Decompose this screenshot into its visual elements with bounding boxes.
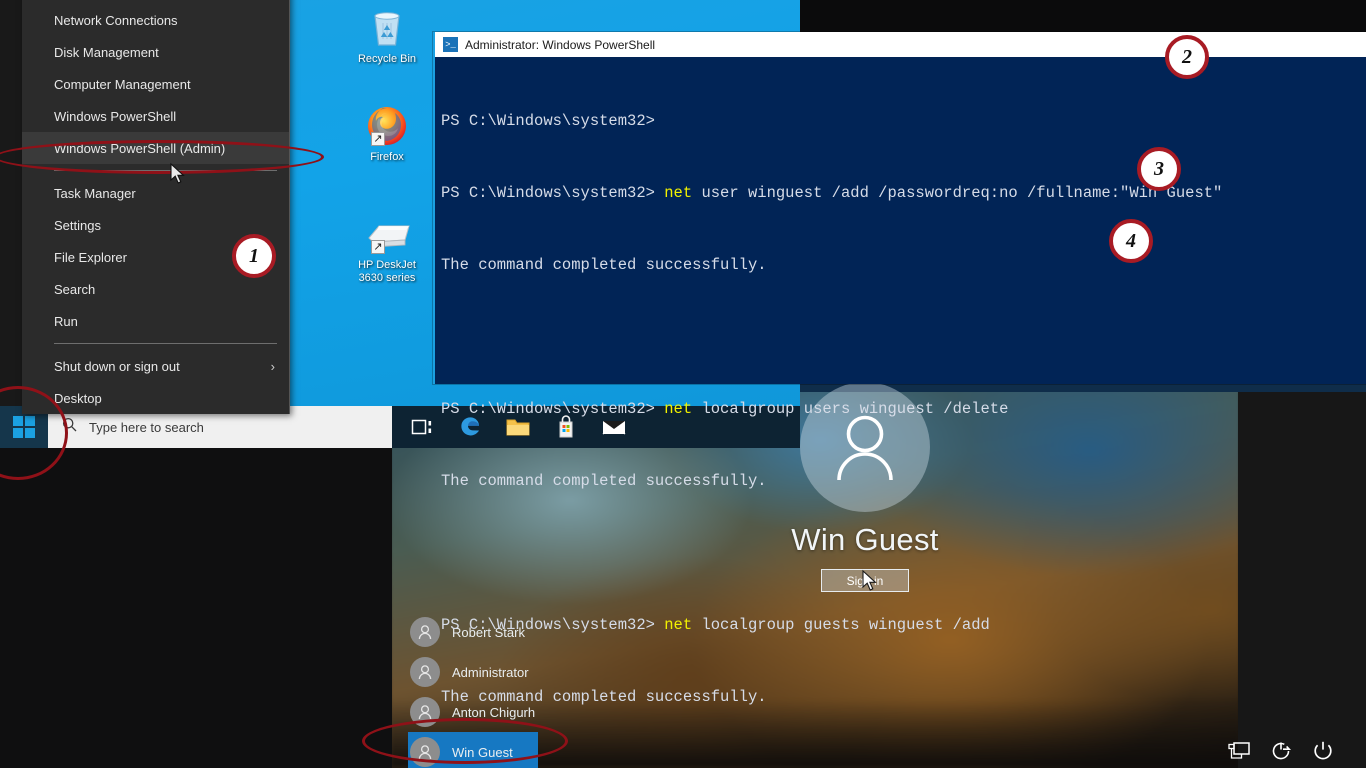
powershell-title-bar[interactable]: >_ Administrator: Windows PowerShell: [435, 32, 1366, 57]
menu-item-label: Search: [54, 281, 96, 297]
desktop-icon-label: Recycle Bin: [357, 53, 417, 65]
annotation-callout-1: 1: [232, 234, 276, 278]
console-line-output: The command completed successfully.: [441, 256, 767, 274]
console-line-net-user-add: PS C:\Windows\system32> net user wingues…: [441, 184, 1223, 202]
desktop-icon-hp-printer[interactable]: ↗ HP DeskJet 3630 series: [349, 212, 425, 285]
powershell-window-title: Administrator: Windows PowerShell: [465, 37, 656, 52]
mouse-cursor-menu: [170, 162, 186, 190]
console-line-output: The command completed successfully.: [441, 688, 767, 706]
desktop-icon-label: HP DeskJet 3630 series: [358, 259, 416, 284]
menu-item-label: Settings: [54, 217, 101, 233]
desktop-icon-firefox[interactable]: ↗ Firefox: [349, 104, 425, 164]
desktop-left-dark-strip: [0, 0, 22, 410]
annotation-callout-3: 3: [1137, 147, 1181, 191]
lock-screen-left-fill: [0, 440, 392, 768]
powershell-console-output[interactable]: PS C:\Windows\system32> PS C:\Windows\sy…: [435, 57, 1366, 768]
menu-separator: [54, 343, 277, 344]
menu-item-task-manager[interactable]: Task Manager: [22, 177, 289, 209]
menu-item-search[interactable]: Search: [22, 273, 289, 305]
menu-item-run[interactable]: Run: [22, 305, 289, 337]
annotation-callout-4: 4: [1109, 219, 1153, 263]
recycle-bin-icon: [374, 12, 400, 46]
shortcut-overlay-icon: ↗: [371, 240, 385, 254]
menu-item-label: Run: [54, 313, 78, 329]
menu-item-network-connections[interactable]: Network Connections: [22, 4, 289, 36]
menu-item-label: Windows PowerShell: [54, 108, 177, 124]
menu-item-computer-management[interactable]: Computer Management: [22, 68, 289, 100]
menu-item-label: Shut down or sign out: [54, 358, 180, 374]
menu-item-disk-management[interactable]: Disk Management: [22, 36, 289, 68]
console-line-net-localgroup-guests-add: PS C:\Windows\system32> net localgroup g…: [441, 616, 990, 634]
desktop-icon-recycle-bin[interactable]: Recycle Bin: [349, 6, 425, 66]
annotation-callout-2: 2: [1165, 35, 1209, 79]
menu-item-label: Task Manager: [54, 185, 136, 201]
desktop-icon-label: Firefox: [370, 151, 404, 163]
powershell-window: >_ Administrator: Windows PowerShell PS …: [433, 32, 1366, 706]
win-x-power-user-menu: Network Connections Disk Management Comp…: [22, 0, 290, 414]
menu-item-shut-down-or-sign-out[interactable]: Shut down or sign out ›: [22, 350, 289, 382]
search-placeholder: Type here to search: [89, 419, 204, 435]
console-line-net-localgroup-users-delete: PS C:\Windows\system32> net localgroup u…: [441, 400, 1009, 418]
menu-item-windows-powershell[interactable]: Windows PowerShell: [22, 100, 289, 132]
chevron-right-icon: ›: [270, 358, 275, 374]
annotation-ellipse-powershell-admin: [0, 140, 324, 174]
menu-item-label: Desktop: [54, 390, 102, 406]
menu-item-desktop[interactable]: Desktop: [22, 382, 289, 414]
shortcut-overlay-icon: ↗: [371, 132, 385, 146]
menu-item-label: Disk Management: [54, 44, 159, 60]
console-line-prompt-empty: PS C:\Windows\system32>: [441, 112, 655, 130]
menu-item-label: Computer Management: [54, 76, 191, 92]
menu-item-label: File Explorer: [54, 249, 127, 265]
annotation-ellipse-win-guest: [362, 718, 568, 764]
powershell-icon: >_: [443, 37, 458, 52]
console-line-output: The command completed successfully.: [441, 472, 767, 490]
menu-item-label: Network Connections: [54, 12, 178, 28]
screenshot-root: Win Guest Sign in Robert Stark Administr…: [0, 0, 1366, 768]
